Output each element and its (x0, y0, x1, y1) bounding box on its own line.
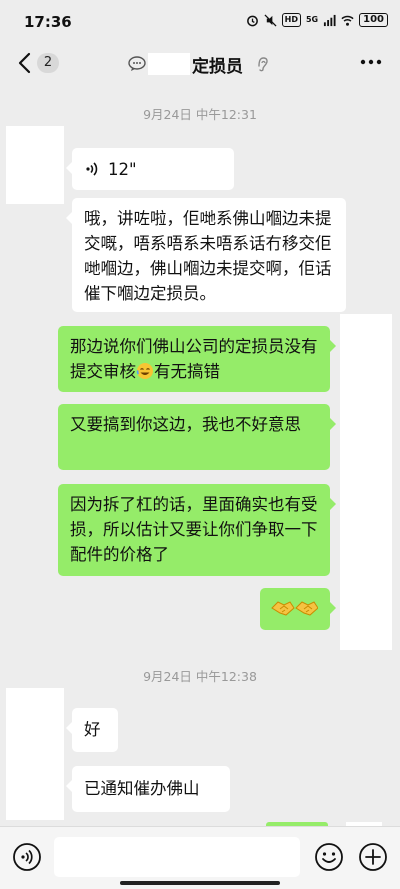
outgoing-message[interactable]: 那边说你们佛山公司的定损员没有提交审核 有无搞错 (58, 326, 336, 392)
back-icon[interactable] (14, 51, 36, 75)
chat-bubble-icon (128, 56, 146, 71)
unread-count-badge[interactable]: 2 (37, 53, 59, 73)
message-timestamp: 9月24日 中午12:38 (143, 669, 257, 684)
message-text-tail: 有无搞错 (154, 362, 220, 381)
mute-icon (264, 13, 277, 27)
message-timestamp: 9月24日 中午12:31 (143, 107, 257, 122)
laughing-emoji-icon (136, 363, 153, 379)
message-text: 哦，讲咗啦，佢哋系佛山嗰边未提交嘅，唔系唔系未唔系话冇移交佢哋嗰边，佛山嗰边未提… (84, 209, 332, 303)
emoji-icon[interactable] (314, 842, 344, 872)
outgoing-emoji-message[interactable] (260, 588, 336, 630)
input-bar (0, 826, 400, 889)
battery-icon: 100 (359, 13, 388, 27)
voice-input-icon[interactable] (12, 842, 42, 872)
voice-message[interactable]: 12" (66, 148, 234, 190)
incoming-message[interactable]: 好 (66, 708, 118, 752)
home-indicator[interactable] (120, 881, 280, 885)
status-bar: 17:36 HD 5G 100 (0, 0, 400, 40)
status-icons: HD 5G 100 (246, 13, 388, 27)
voice-wave-icon (86, 162, 98, 176)
plus-icon[interactable] (358, 842, 388, 872)
outgoing-message[interactable]: 因为拆了杠的话，里面确实也有受损，所以估计又要让你们争取一下配件的价格了 (58, 484, 336, 576)
redacted-name (148, 53, 190, 75)
chat-title: 定损员 (192, 56, 243, 77)
handshake-icon (271, 601, 319, 616)
incoming-message[interactable]: 已通知催办佛山 (66, 766, 230, 812)
incoming-message[interactable]: 哦，讲咗啦，佢哋系佛山嗰边未提交嘅，唔系唔系未唔系话冇移交佢哋嗰边，佛山嗰边未提… (66, 198, 346, 312)
avatar[interactable] (6, 688, 64, 820)
outgoing-message[interactable]: 又要搞到你这边，我也不好意思 (58, 404, 336, 470)
earpiece-icon (258, 57, 268, 72)
message-input[interactable] (54, 837, 300, 877)
message-text: 又要搞到你这边，我也不好意思 (70, 415, 301, 434)
message-text: 好 (84, 720, 101, 739)
message-text: 因为拆了杠的话，里面确实也有受损，所以估计又要让你们争取一下配件的价格了 (70, 495, 318, 564)
voice-duration: 12" (108, 159, 137, 179)
wifi-icon (341, 15, 354, 26)
more-icon[interactable] (360, 59, 382, 65)
avatar-self[interactable] (340, 314, 392, 650)
chat-title-area[interactable]: 定损员 (128, 52, 269, 77)
message-text: 已通知催办佛山 (84, 779, 200, 798)
chat-header: 2 定损员 (0, 40, 400, 86)
signal-icon (324, 14, 336, 26)
alarm-icon (246, 15, 258, 26)
network-label: 5G (305, 15, 319, 24)
hd-badge: HD (281, 13, 301, 27)
avatar[interactable] (6, 126, 64, 204)
status-time: 17:36 (24, 13, 72, 31)
